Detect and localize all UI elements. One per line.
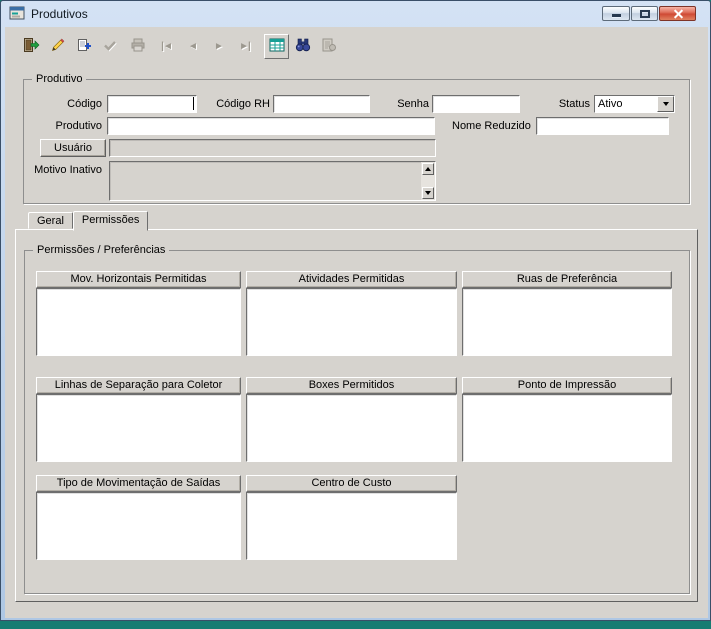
ruas-preferencia-listbox[interactable] [462,288,672,356]
exit-door-icon [23,37,40,56]
status-combobox[interactable]: Ativo [594,95,675,113]
arrow-down-icon [425,191,431,195]
maximize-icon [640,10,650,18]
binoculars-search-icon [295,37,311,56]
panel-header-button[interactable]: Atividades Permitidas [246,271,457,288]
panel-header-button[interactable]: Linhas de Separação para Coletor [36,377,241,394]
print-icon [130,37,146,56]
grid-view-button[interactable] [264,33,289,59]
usuario-input[interactable] [109,139,436,157]
panel-header-button[interactable]: Mov. Horizontais Permitidas [36,271,241,288]
arrow-up-icon [425,167,431,171]
last-record-icon: ►| [239,40,251,52]
toolbar: |◄ ◄ ► ►| [19,33,342,59]
panel-header-button[interactable]: Ponto de Impressão [462,377,672,394]
panel-header-button[interactable]: Tipo de Movimentação de Saídas [36,475,241,492]
codigo-rh-input[interactable] [273,95,370,113]
post-record-button[interactable] [97,34,122,59]
senha-label: Senha [397,98,429,110]
last-record-button[interactable]: ►| [232,34,257,59]
boxes-permitidos-listbox[interactable] [246,394,457,462]
ponto-impressao-listbox[interactable] [462,394,672,462]
permissoes-tab-page: Permissões / Preferências Mov. Horizonta… [15,229,698,602]
data-grid-icon [269,37,285,56]
prior-record-button[interactable]: ◄ [180,34,205,59]
produtivo-input[interactable] [107,117,435,135]
senha-input[interactable] [432,95,520,113]
next-record-icon: ► [214,40,224,52]
text-caret [193,97,194,110]
window-title: Produtivos [31,7,88,21]
permissoes-group-title: Permissões / Preferências [33,244,170,257]
prior-record-icon: ◄ [188,40,198,52]
window-icon [9,5,25,24]
permission-panel-ponto-impressao: Ponto de Impressão [462,377,672,462]
nome-reduzido-label: Nome Reduzido [452,120,531,132]
panel-header-button[interactable]: Boxes Permitidos [246,377,457,394]
post-record-icon [102,37,118,56]
codigo-input[interactable] [107,95,197,113]
report-icon [320,37,338,56]
status-label: Status [558,98,590,110]
maximize-button[interactable] [631,6,658,21]
atividades-listbox[interactable] [246,288,457,356]
produtivo-label: Produtivo [55,120,102,132]
edit-button[interactable] [45,34,70,59]
codigo-rh-label: Código RH [216,98,270,110]
permission-panel-tipo-movimentacao: Tipo de Movimentação de Saídas [36,475,241,560]
permissoes-groupbox: Permissões / Preferências Mov. Horizonta… [24,244,690,594]
tab-permissoes[interactable]: Permissões [72,211,149,231]
tipo-movimentacao-listbox[interactable] [36,492,241,560]
permission-panel-centro-custo: Centro de Custo [246,475,457,560]
nome-reduzido-input[interactable] [536,117,669,135]
status-dropdown-button[interactable] [657,96,674,112]
status-value: Ativo [598,98,623,110]
permission-panel-boxes: Boxes Permitidos [246,377,457,462]
permission-panel-atividades: Atividades Permitidas [246,271,457,356]
permission-panel-ruas: Ruas de Preferência [462,271,672,356]
tab-bar: Geral Permissões [15,211,149,231]
motivo-inativo-label: Motivo Inativo [34,164,102,176]
chevron-down-icon [662,102,669,106]
panel-header-button[interactable]: Ruas de Preferência [462,271,672,288]
pencil-edit-icon [50,37,66,56]
panel-header-button[interactable]: Centro de Custo [246,475,457,492]
minimize-icon [612,14,621,17]
close-button[interactable] [659,6,696,21]
scroll-up-button[interactable] [422,163,434,175]
usuario-button[interactable]: Usuário [40,139,106,157]
vertical-scrollbar[interactable] [421,162,435,200]
centro-custo-listbox[interactable] [246,492,457,560]
minimize-button[interactable] [602,6,630,21]
client-area: |◄ ◄ ► ►| Produtivo Código Código RH Sen… [5,27,708,618]
tab-geral[interactable]: Geral [28,212,73,229]
insert-record-icon [76,37,92,56]
linhas-separacao-listbox[interactable] [36,394,241,462]
produtivo-groupbox: Produtivo Código Código RH Senha Status … [23,73,690,204]
first-record-icon: |◄ [161,40,173,52]
print-button[interactable] [125,34,150,59]
app-window: Produtivos |◄ ◄ ► ►| Produtivo Código Có… [0,0,711,621]
produtivo-group-title: Produtivo [32,73,87,86]
next-record-button[interactable]: ► [206,34,231,59]
first-record-button[interactable]: |◄ [154,34,179,59]
scroll-down-button[interactable] [422,187,434,199]
motivo-inativo-textarea[interactable] [109,161,436,201]
search-button[interactable] [290,34,315,59]
titlebar[interactable]: Produtivos [1,1,710,27]
report-button[interactable] [316,34,341,59]
permission-panel-mov-horizontais: Mov. Horizontais Permitidas [36,271,241,356]
mov-horizontais-listbox[interactable] [36,288,241,356]
insert-record-button[interactable] [71,34,96,59]
permission-panel-linhas-separacao: Linhas de Separação para Coletor [36,377,241,462]
exit-button[interactable] [19,34,44,59]
codigo-label: Código [67,98,102,110]
